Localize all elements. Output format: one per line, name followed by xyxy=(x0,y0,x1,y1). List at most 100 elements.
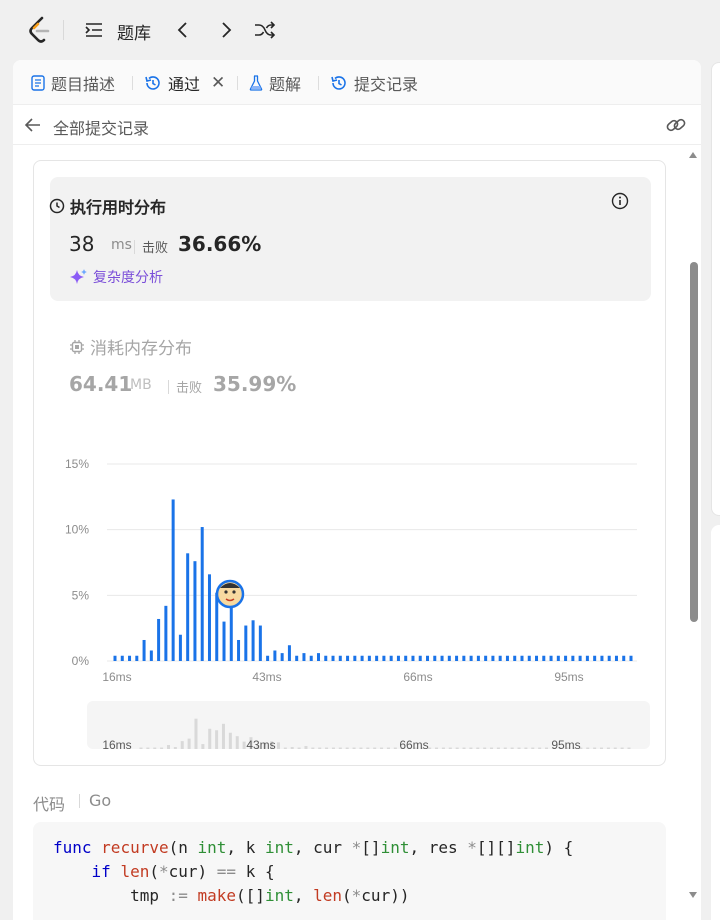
chart-bar[interactable] xyxy=(178,634,182,661)
chart-bar[interactable] xyxy=(389,655,393,661)
chart-bar[interactable] xyxy=(295,655,299,661)
chart-bar[interactable] xyxy=(578,655,582,661)
chart-bar[interactable] xyxy=(338,655,342,661)
chart-bar[interactable] xyxy=(411,655,415,661)
chart-bar[interactable] xyxy=(469,655,473,661)
chart-bar[interactable] xyxy=(491,655,495,661)
chart-bar[interactable] xyxy=(149,650,153,661)
chart-bar[interactable] xyxy=(222,621,226,661)
overview-bar xyxy=(325,747,329,749)
chart-bar[interactable] xyxy=(426,655,430,661)
runtime-distribution-chart[interactable]: 15% 10% 5% 0% 16ms 43ms 66ms 95ms 16ms 43ms 66ms 95… xyxy=(13,60,701,760)
chart-bar[interactable] xyxy=(549,655,553,661)
chart-bar[interactable] xyxy=(564,655,568,661)
chart-bar[interactable] xyxy=(215,592,219,661)
chart-bar[interactable] xyxy=(382,655,386,661)
chart-bar[interactable] xyxy=(302,653,306,661)
chart-bar[interactable] xyxy=(498,655,502,661)
overview-bar xyxy=(606,747,610,749)
chart-bar[interactable] xyxy=(585,655,589,661)
chart-bar[interactable] xyxy=(193,561,197,661)
chart-bar[interactable] xyxy=(113,655,117,661)
chart-bar[interactable] xyxy=(128,655,132,661)
chart-bar[interactable] xyxy=(556,655,560,661)
overview-bar xyxy=(180,741,184,749)
chart-bar[interactable] xyxy=(535,655,539,661)
chart-bar[interactable] xyxy=(607,655,611,661)
overview-bar xyxy=(517,747,521,749)
chart-bar[interactable] xyxy=(614,655,618,661)
x-tick-label: 95ms xyxy=(554,670,583,684)
chart-bar[interactable] xyxy=(251,620,255,661)
overview-bar xyxy=(448,747,452,749)
y-tick-label: 5% xyxy=(72,588,90,602)
chart-bar[interactable] xyxy=(396,655,400,661)
main-panel: 题目描述 通过 ✕ 题解 提交记录 全部提交记录 执行用时分布 38 ms 击败… xyxy=(13,60,701,920)
overview-bar xyxy=(297,747,301,749)
chart-bar[interactable] xyxy=(258,625,262,661)
chart-bar[interactable] xyxy=(171,499,175,661)
chart-bar[interactable] xyxy=(186,553,190,661)
chart-bar[interactable] xyxy=(629,655,633,661)
code-block[interactable]: func recurve(n int, k int, cur *[]int, r… xyxy=(33,822,666,920)
chart-bar[interactable] xyxy=(316,653,320,661)
overview-bar xyxy=(524,747,528,749)
chart-bar[interactable] xyxy=(375,655,379,661)
chart-bar[interactable] xyxy=(280,653,284,661)
chart-bar[interactable] xyxy=(164,605,168,661)
chart-bar[interactable] xyxy=(455,655,459,661)
chart-bar[interactable] xyxy=(360,655,364,661)
chart-bar[interactable] xyxy=(207,574,211,661)
chevron-right-icon[interactable] xyxy=(218,20,234,40)
overview-bar xyxy=(393,747,397,749)
chart-bar[interactable] xyxy=(600,655,604,661)
shuffle-icon[interactable] xyxy=(254,20,276,40)
problem-list-icon[interactable] xyxy=(84,20,104,40)
scroll-down-arrow[interactable] xyxy=(689,892,697,898)
chart-bar[interactable] xyxy=(418,655,422,661)
chart-bar[interactable] xyxy=(462,655,466,661)
leetcode-logo-icon[interactable] xyxy=(28,16,52,44)
overview-bar xyxy=(318,747,322,749)
chart-bar[interactable] xyxy=(527,655,531,661)
overview-bar xyxy=(146,747,150,749)
chart-bar[interactable] xyxy=(440,655,444,661)
chart-bar[interactable] xyxy=(157,618,161,661)
chart-bar[interactable] xyxy=(367,655,371,661)
chart-bar[interactable] xyxy=(120,655,124,661)
chart-bar[interactable] xyxy=(513,655,517,661)
problem-bank-title[interactable]: 题库 xyxy=(117,19,151,44)
chart-bar[interactable] xyxy=(593,655,597,661)
chart-bar[interactable] xyxy=(237,639,241,661)
chart-bar[interactable] xyxy=(142,639,146,661)
chart-bar[interactable] xyxy=(331,655,335,661)
overview-bar xyxy=(441,747,445,749)
chart-bar[interactable] xyxy=(622,655,626,661)
chart-bar[interactable] xyxy=(476,655,480,661)
chart-bar[interactable] xyxy=(244,625,248,661)
overview-bar xyxy=(242,741,246,749)
y-tick-label: 10% xyxy=(65,523,89,537)
chart-bar[interactable] xyxy=(542,655,546,661)
chart-bar[interactable] xyxy=(404,655,408,661)
chart-bar[interactable] xyxy=(200,527,204,661)
chart-bar[interactable] xyxy=(266,655,270,661)
chart-bar[interactable] xyxy=(571,655,575,661)
overview-bar xyxy=(490,747,494,749)
chevron-left-icon[interactable] xyxy=(175,20,191,40)
overview-bar xyxy=(283,747,287,749)
chart-bar[interactable] xyxy=(484,655,488,661)
overview-bar xyxy=(153,747,157,749)
chart-bar[interactable] xyxy=(135,655,139,661)
chart-bar[interactable] xyxy=(433,655,437,661)
chart-bar[interactable] xyxy=(324,655,328,661)
chart-bar[interactable] xyxy=(353,655,357,661)
chart-bar[interactable] xyxy=(447,655,451,661)
chart-bar[interactable] xyxy=(346,655,350,661)
overview-bar xyxy=(538,747,542,749)
chart-bar[interactable] xyxy=(505,655,509,661)
chart-bar[interactable] xyxy=(309,655,313,661)
chart-bar[interactable] xyxy=(273,650,277,661)
chart-bar[interactable] xyxy=(520,655,524,661)
chart-bar[interactable] xyxy=(287,645,291,661)
